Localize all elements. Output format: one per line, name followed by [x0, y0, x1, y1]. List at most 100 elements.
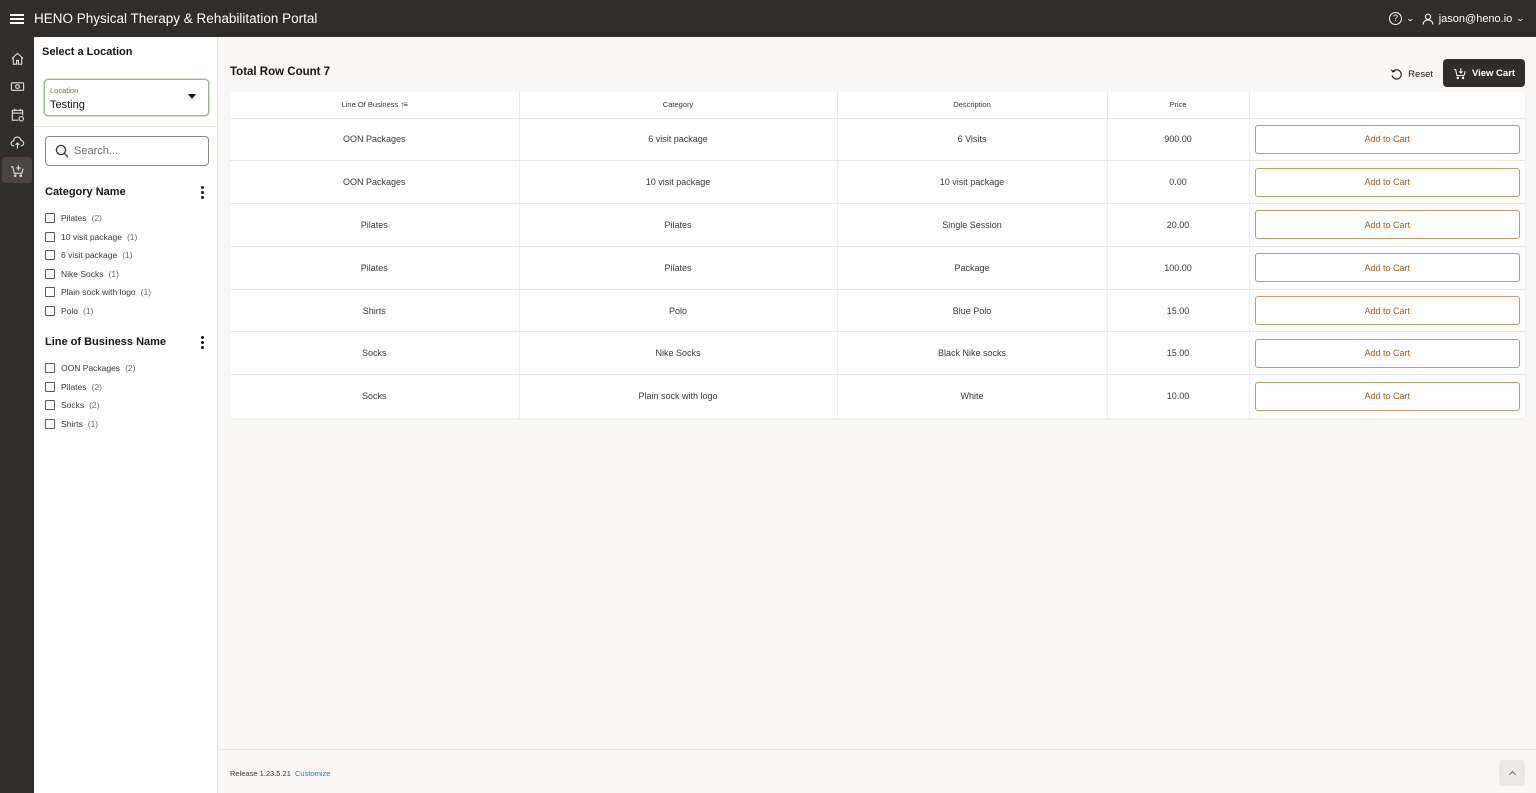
cell-line-of-business: Socks [230, 374, 520, 418]
top-bar: HENO Physical Therapy & Rehabilitation P… [0, 0, 1536, 37]
column-header-category[interactable]: Category [519, 92, 838, 119]
facet-item-count: (1) [108, 268, 119, 279]
facet-item-oon-packages[interactable]: OON Packages (2) [45, 359, 209, 378]
facet-line-of-business: Line of Business Name OON Packages (2) Pi… [45, 334, 209, 433]
search-input[interactable] [74, 145, 204, 157]
cart-icon [1453, 67, 1466, 79]
add-to-cart-button[interactable]: Add to Cart [1254, 253, 1520, 283]
cell-category: Nike Socks [519, 331, 838, 376]
facet-item-label: Socks [61, 400, 85, 411]
cell-description: Package [837, 246, 1108, 290]
column-header-label: Description [953, 100, 991, 110]
checkbox[interactable] [45, 363, 55, 374]
add-to-cart-button[interactable]: Add to Cart [1254, 296, 1520, 326]
chevron-up-icon [1508, 770, 1516, 779]
table-row: Socks Nike Socks Black Nike socks 15.00 … [230, 331, 1525, 376]
facet-title: Line of Business Name [45, 336, 167, 348]
user-email: jason@heno.io [1438, 12, 1513, 25]
add-to-cart-button[interactable]: Add to Cart [1254, 167, 1520, 197]
facet-item-count: (2) [89, 400, 100, 411]
filter-panel: Select a Location Location Testing Categ… [34, 37, 218, 793]
facet-item-shirts[interactable]: Shirts (1) [45, 415, 209, 434]
user-menu-button[interactable]: jason@heno.io ⌄ [1422, 12, 1525, 25]
checkbox[interactable] [45, 305, 55, 316]
column-header-line-of-business[interactable]: Line Of Business ↑≡ [230, 92, 520, 119]
cell-line-of-business: Pilates [230, 203, 520, 247]
view-cart-label: View Cart [1471, 67, 1516, 79]
location-select[interactable]: Location Testing [44, 79, 209, 116]
facet-item-count: (1) [126, 231, 138, 242]
cell-description: Single Session [837, 203, 1108, 247]
facet-item-pilates[interactable]: Pilates (2) [45, 378, 209, 397]
help-icon: ? [1389, 12, 1403, 25]
facet-item-polo[interactable]: Polo (1) [45, 302, 209, 321]
kebab-menu-icon[interactable] [195, 184, 209, 200]
main-content: Total Row Count 7 Reset View Cart Line O… [219, 37, 1536, 749]
nav-upload[interactable] [2, 129, 32, 155]
checkbox[interactable] [45, 400, 55, 411]
cell-line-of-business: Pilates [230, 246, 520, 290]
cell-description: Blue Polo [837, 289, 1108, 333]
facet-item-plain-sock-with-logo[interactable]: Plain sock with logo (1) [45, 283, 209, 302]
kebab-menu-icon[interactable] [195, 334, 209, 350]
facet-item-label: Nike Socks [61, 268, 104, 279]
cell-action: Add to Cart [1249, 203, 1525, 247]
cell-line-of-business: OON Packages [230, 118, 520, 162]
facet-item-nike-socks[interactable]: Nike Socks (1) [45, 265, 209, 284]
add-to-cart-button[interactable]: Add to Cart [1254, 124, 1520, 154]
facet-title: Category Name [45, 186, 126, 198]
checkbox[interactable] [45, 418, 55, 429]
cell-category: 10 visit package [519, 160, 838, 205]
facet-item-count: (1) [87, 418, 99, 429]
total-row-count: Total Row Count 7 [230, 66, 331, 78]
nav-home[interactable] [2, 45, 32, 71]
table-row: Shirts Polo Blue Polo 15.00 Add to Cart [230, 289, 1525, 333]
facet-item-6-visit-package[interactable]: 6 visit package (1) [45, 246, 209, 265]
chevron-down-icon: ⌄ [1405, 14, 1416, 23]
add-to-cart-button[interactable]: Add to Cart [1254, 381, 1520, 411]
location-value: Testing [50, 99, 85, 111]
cell-line-of-business: OON Packages [230, 160, 520, 205]
cell-category: 6 visit package [519, 118, 838, 162]
facet-item-10-visit-package[interactable]: 10 visit package (1) [45, 228, 209, 247]
checkbox[interactable] [45, 381, 55, 392]
facet-item-pilates[interactable]: Pilates (2) [45, 209, 209, 228]
customize-link[interactable]: Customize [295, 769, 330, 778]
table-row: OON Packages 6 visit package 6 Visits 90… [230, 118, 1525, 162]
facet-item-count: (2) [91, 381, 102, 392]
facet-item-socks[interactable]: Socks (2) [45, 396, 209, 415]
checkbox[interactable] [45, 268, 55, 279]
products-table: Line Of Business ↑≡ Category Description … [230, 92, 1525, 418]
location-label: Location [50, 86, 79, 95]
menu-button[interactable] [0, 0, 34, 37]
nav-schedule[interactable] [2, 101, 32, 127]
money-icon [10, 81, 24, 91]
view-cart-button[interactable]: View Cart [1443, 59, 1525, 87]
divider [34, 126, 218, 127]
facet-item-count: (1) [140, 287, 152, 298]
nav-store[interactable] [2, 157, 32, 183]
cell-description: 6 Visits [837, 118, 1108, 162]
checkbox[interactable] [45, 250, 55, 261]
facet-item-label: Pilates [61, 213, 87, 224]
checkbox[interactable] [45, 287, 55, 298]
footer: Release 1.23.5.21 Customize [219, 749, 1536, 793]
add-to-cart-button[interactable]: Add to Cart [1254, 338, 1520, 368]
cell-line-of-business: Shirts [230, 289, 520, 333]
add-to-cart-button[interactable]: Add to Cart [1254, 210, 1520, 240]
cell-price: 15.00 [1107, 289, 1250, 333]
cell-price: 20.00 [1107, 203, 1250, 247]
nav-billing[interactable] [2, 73, 32, 99]
reset-button[interactable]: Reset [1384, 62, 1439, 87]
checkbox[interactable] [45, 213, 55, 224]
column-header-price[interactable]: Price [1107, 92, 1250, 119]
scroll-to-top-button[interactable] [1499, 760, 1525, 786]
cell-action: Add to Cart [1249, 160, 1525, 205]
search-field[interactable] [45, 136, 209, 166]
help-menu-button[interactable]: ? ⌄ [1389, 12, 1416, 25]
facet-category: Category Name Pilates (2) 10 visit packag… [45, 184, 209, 320]
column-header-description[interactable]: Description [837, 92, 1108, 119]
sort-ascending-icon: ↑≡ [400, 100, 408, 110]
column-header-label: Price [1169, 100, 1187, 110]
checkbox[interactable] [45, 231, 55, 242]
